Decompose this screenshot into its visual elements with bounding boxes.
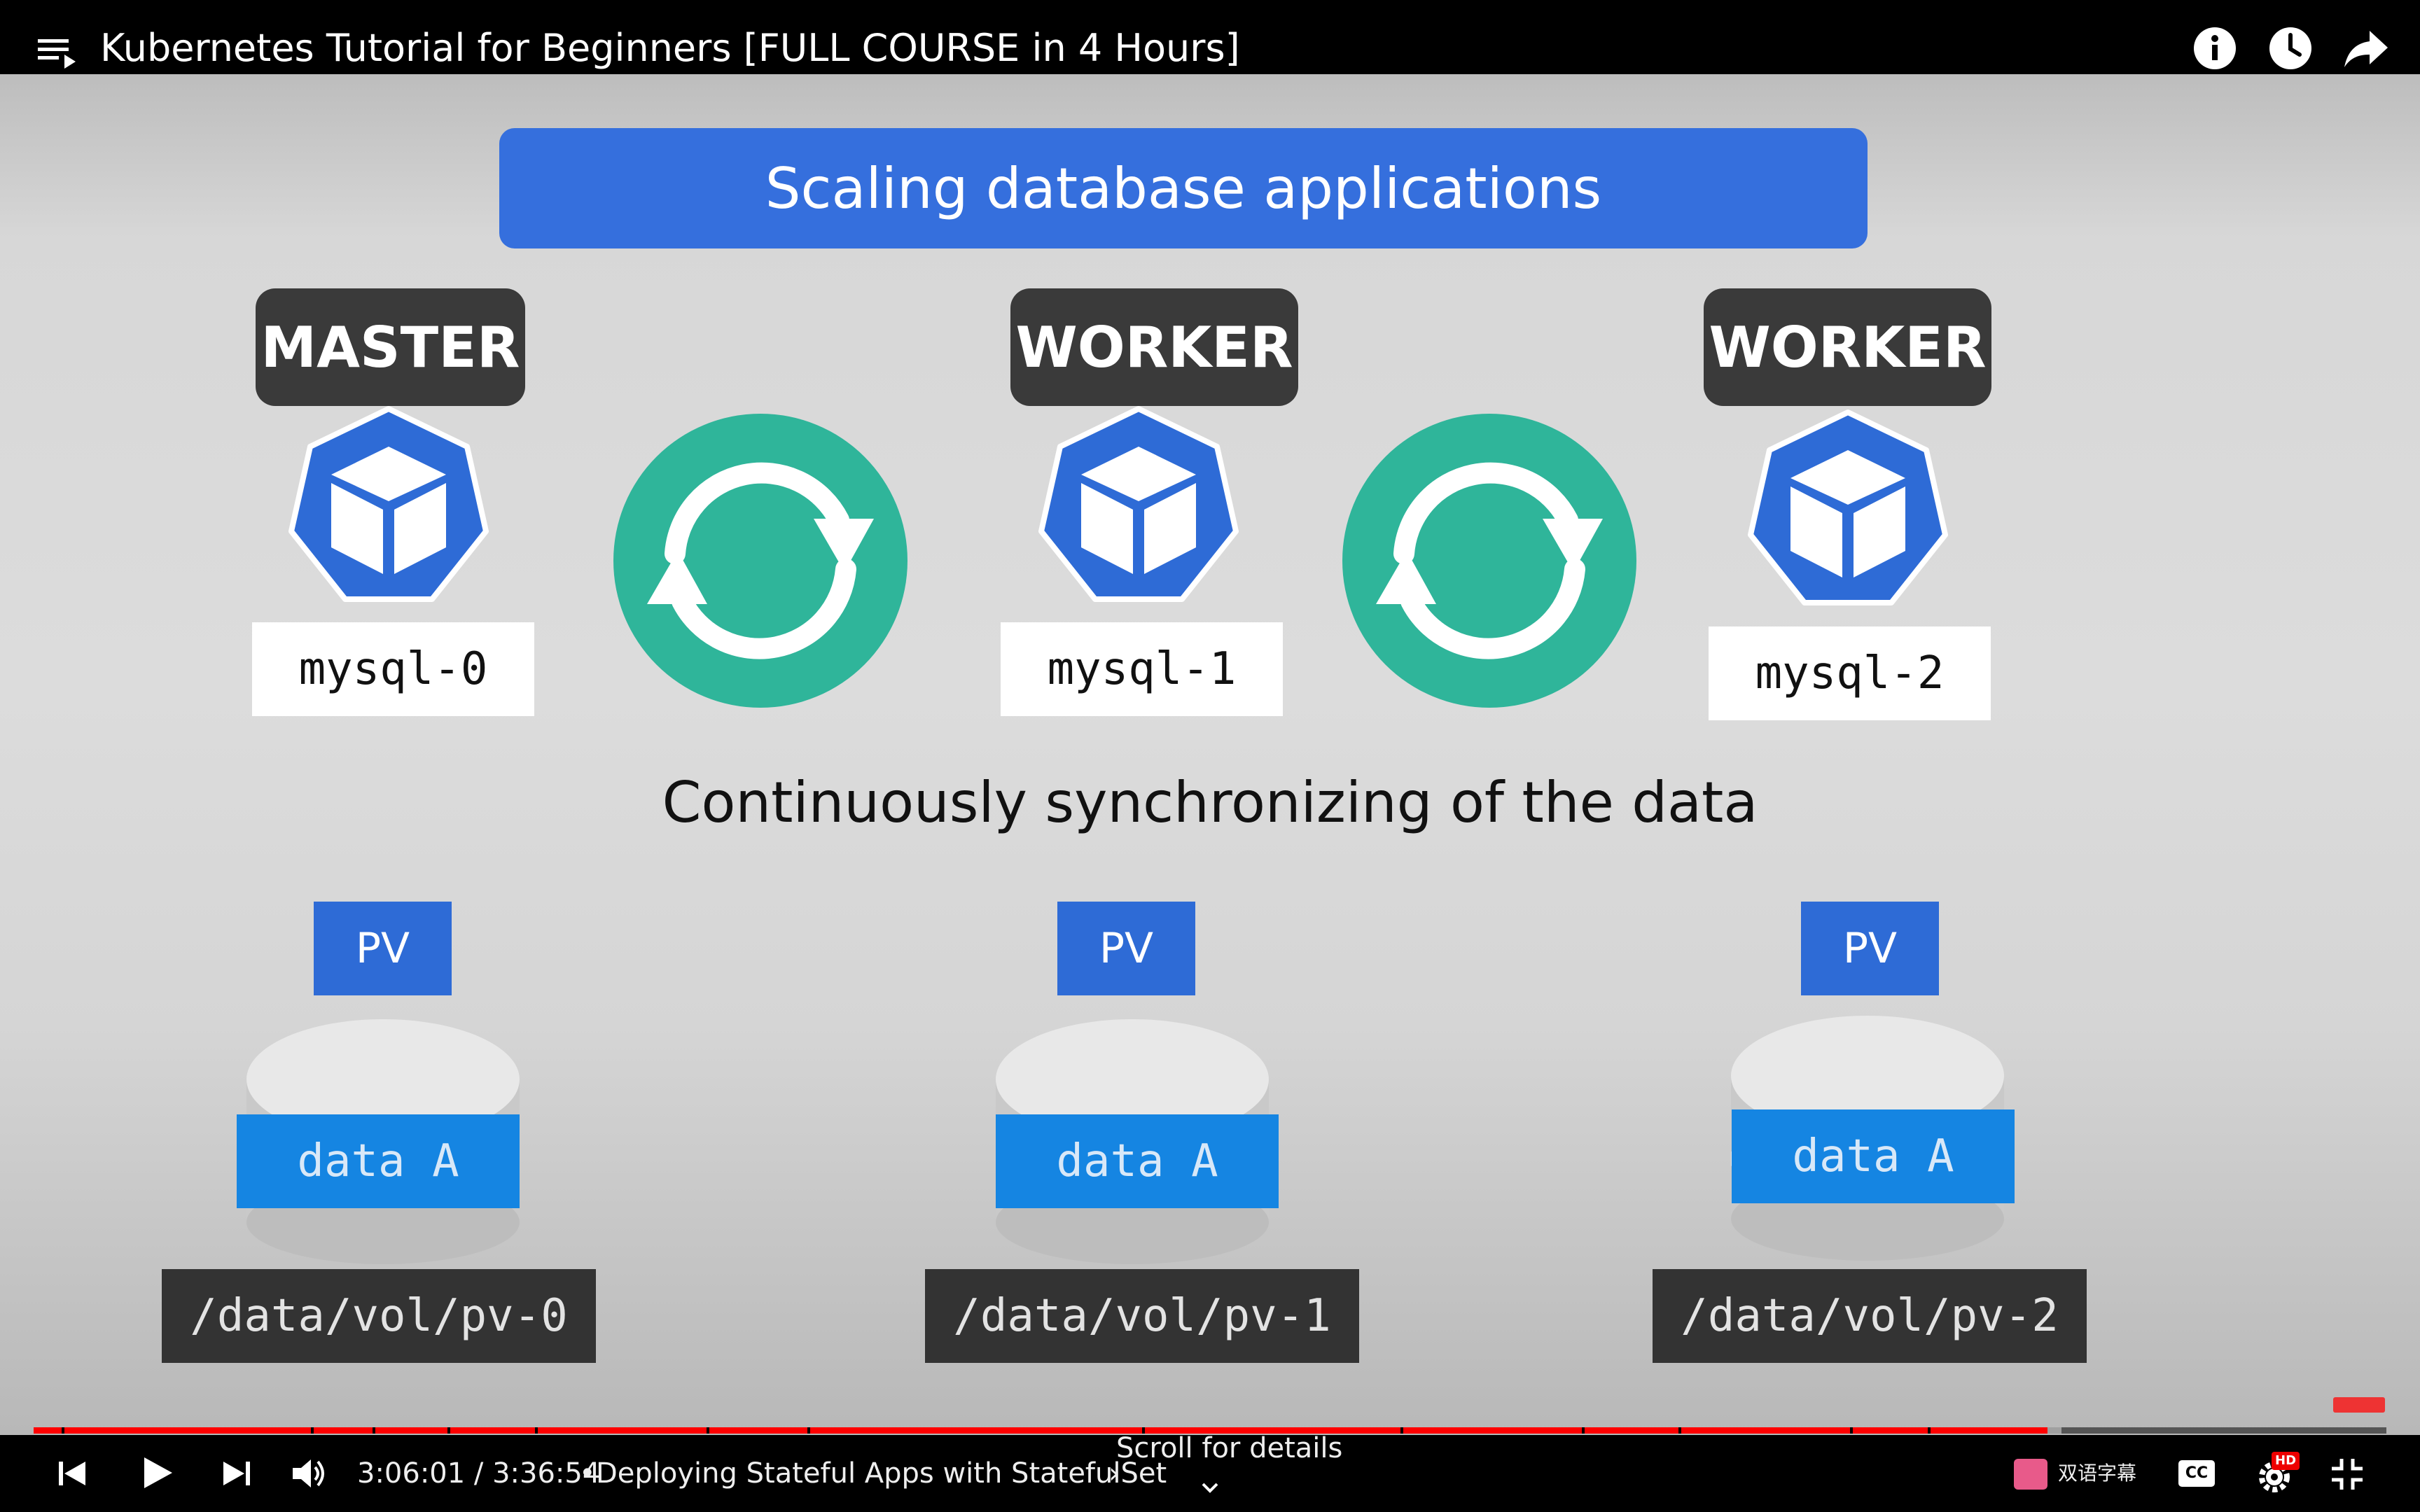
progress-played	[34, 1427, 2047, 1434]
play-icon[interactable]	[137, 1453, 176, 1495]
chapter-marker	[373, 1427, 375, 1434]
subscribe-watermark-icon[interactable]	[2333, 1397, 2385, 1413]
chevron-down-icon[interactable]	[1199, 1481, 1221, 1498]
data-label: data A	[996, 1114, 1279, 1208]
chapter-marker	[1850, 1427, 1853, 1434]
chapter-separator: •	[579, 1457, 596, 1490]
pv-label: PV	[314, 902, 452, 995]
chapter-marker	[1928, 1427, 1931, 1434]
bilingual-subtitle-plugin-icon[interactable]	[2014, 1459, 2047, 1490]
role-label-master: MASTER	[256, 288, 525, 406]
exit-fullscreen-icon[interactable]	[2329, 1456, 2365, 1495]
volume-path-label: /data/vol/pv-0	[162, 1269, 596, 1363]
kubernetes-pod-icon	[1034, 405, 1244, 608]
pod-label-mysql-2: mysql-2	[1709, 626, 1991, 720]
chapter-marker	[447, 1427, 450, 1434]
video-title-bar: Kubernetes Tutorial for Beginners [FULL …	[0, 0, 2420, 74]
kubernetes-pod-icon	[284, 405, 494, 608]
hd-badge: HD	[2272, 1452, 2300, 1470]
volume-path-label: /data/vol/pv-2	[1653, 1269, 2087, 1363]
next-icon[interactable]	[219, 1456, 254, 1494]
data-label: data A	[237, 1114, 520, 1208]
kubernetes-pod-icon	[1743, 408, 1953, 611]
chapter-marker	[311, 1427, 314, 1434]
chapter-marker	[807, 1427, 810, 1434]
time-display: 3:06:01 / 3:36:54	[357, 1457, 601, 1490]
bilingual-subtitle-label[interactable]: 双语字幕	[2058, 1435, 2136, 1512]
hd-badge-label: HD	[2275, 1453, 2297, 1468]
playlist-icon[interactable]	[35, 24, 84, 73]
chapter-marker	[62, 1427, 64, 1434]
cc-icon[interactable]: CC	[2178, 1460, 2215, 1487]
watch-later-icon[interactable]	[2266, 24, 2315, 73]
data-label: data A	[1732, 1110, 2015, 1203]
sync-icon	[613, 414, 908, 708]
pod-label-mysql-0: mysql-0	[252, 622, 534, 716]
player-controls: 3:06:01 / 3:36:54 • Deploying Stateful A…	[0, 1432, 2420, 1512]
pod-label-mysql-1: mysql-1	[1001, 622, 1283, 716]
info-icon[interactable]	[2190, 24, 2239, 73]
chapter-marker	[1582, 1427, 1585, 1434]
previous-icon[interactable]	[55, 1456, 90, 1494]
scroll-hint[interactable]: Scroll for details	[1116, 1431, 1342, 1466]
volume-path-label: /data/vol/pv-1	[925, 1269, 1359, 1363]
share-icon[interactable]	[2342, 24, 2391, 73]
video-title[interactable]: Kubernetes Tutorial for Beginners [FULL …	[100, 24, 1240, 73]
volume-icon[interactable]	[290, 1456, 329, 1494]
chapter-marker	[1678, 1427, 1681, 1434]
chapter-marker	[707, 1427, 709, 1434]
role-label-worker-1: WORKER	[1010, 288, 1298, 406]
sync-icon	[1342, 414, 1636, 708]
chapter-marker	[535, 1427, 538, 1434]
pv-label: PV	[1057, 902, 1195, 995]
pv-label: PV	[1801, 902, 1939, 995]
chapter-marker	[1400, 1427, 1403, 1434]
chapter-title[interactable]: Deploying Stateful Apps with StatefulSet	[596, 1435, 1167, 1512]
slide-caption: Continuously synchronizing of the data	[662, 770, 1758, 835]
role-label-worker-2: WORKER	[1704, 288, 1991, 406]
slide-banner: Scaling database applications	[499, 128, 1868, 248]
cc-label: CC	[2185, 1464, 2209, 1482]
